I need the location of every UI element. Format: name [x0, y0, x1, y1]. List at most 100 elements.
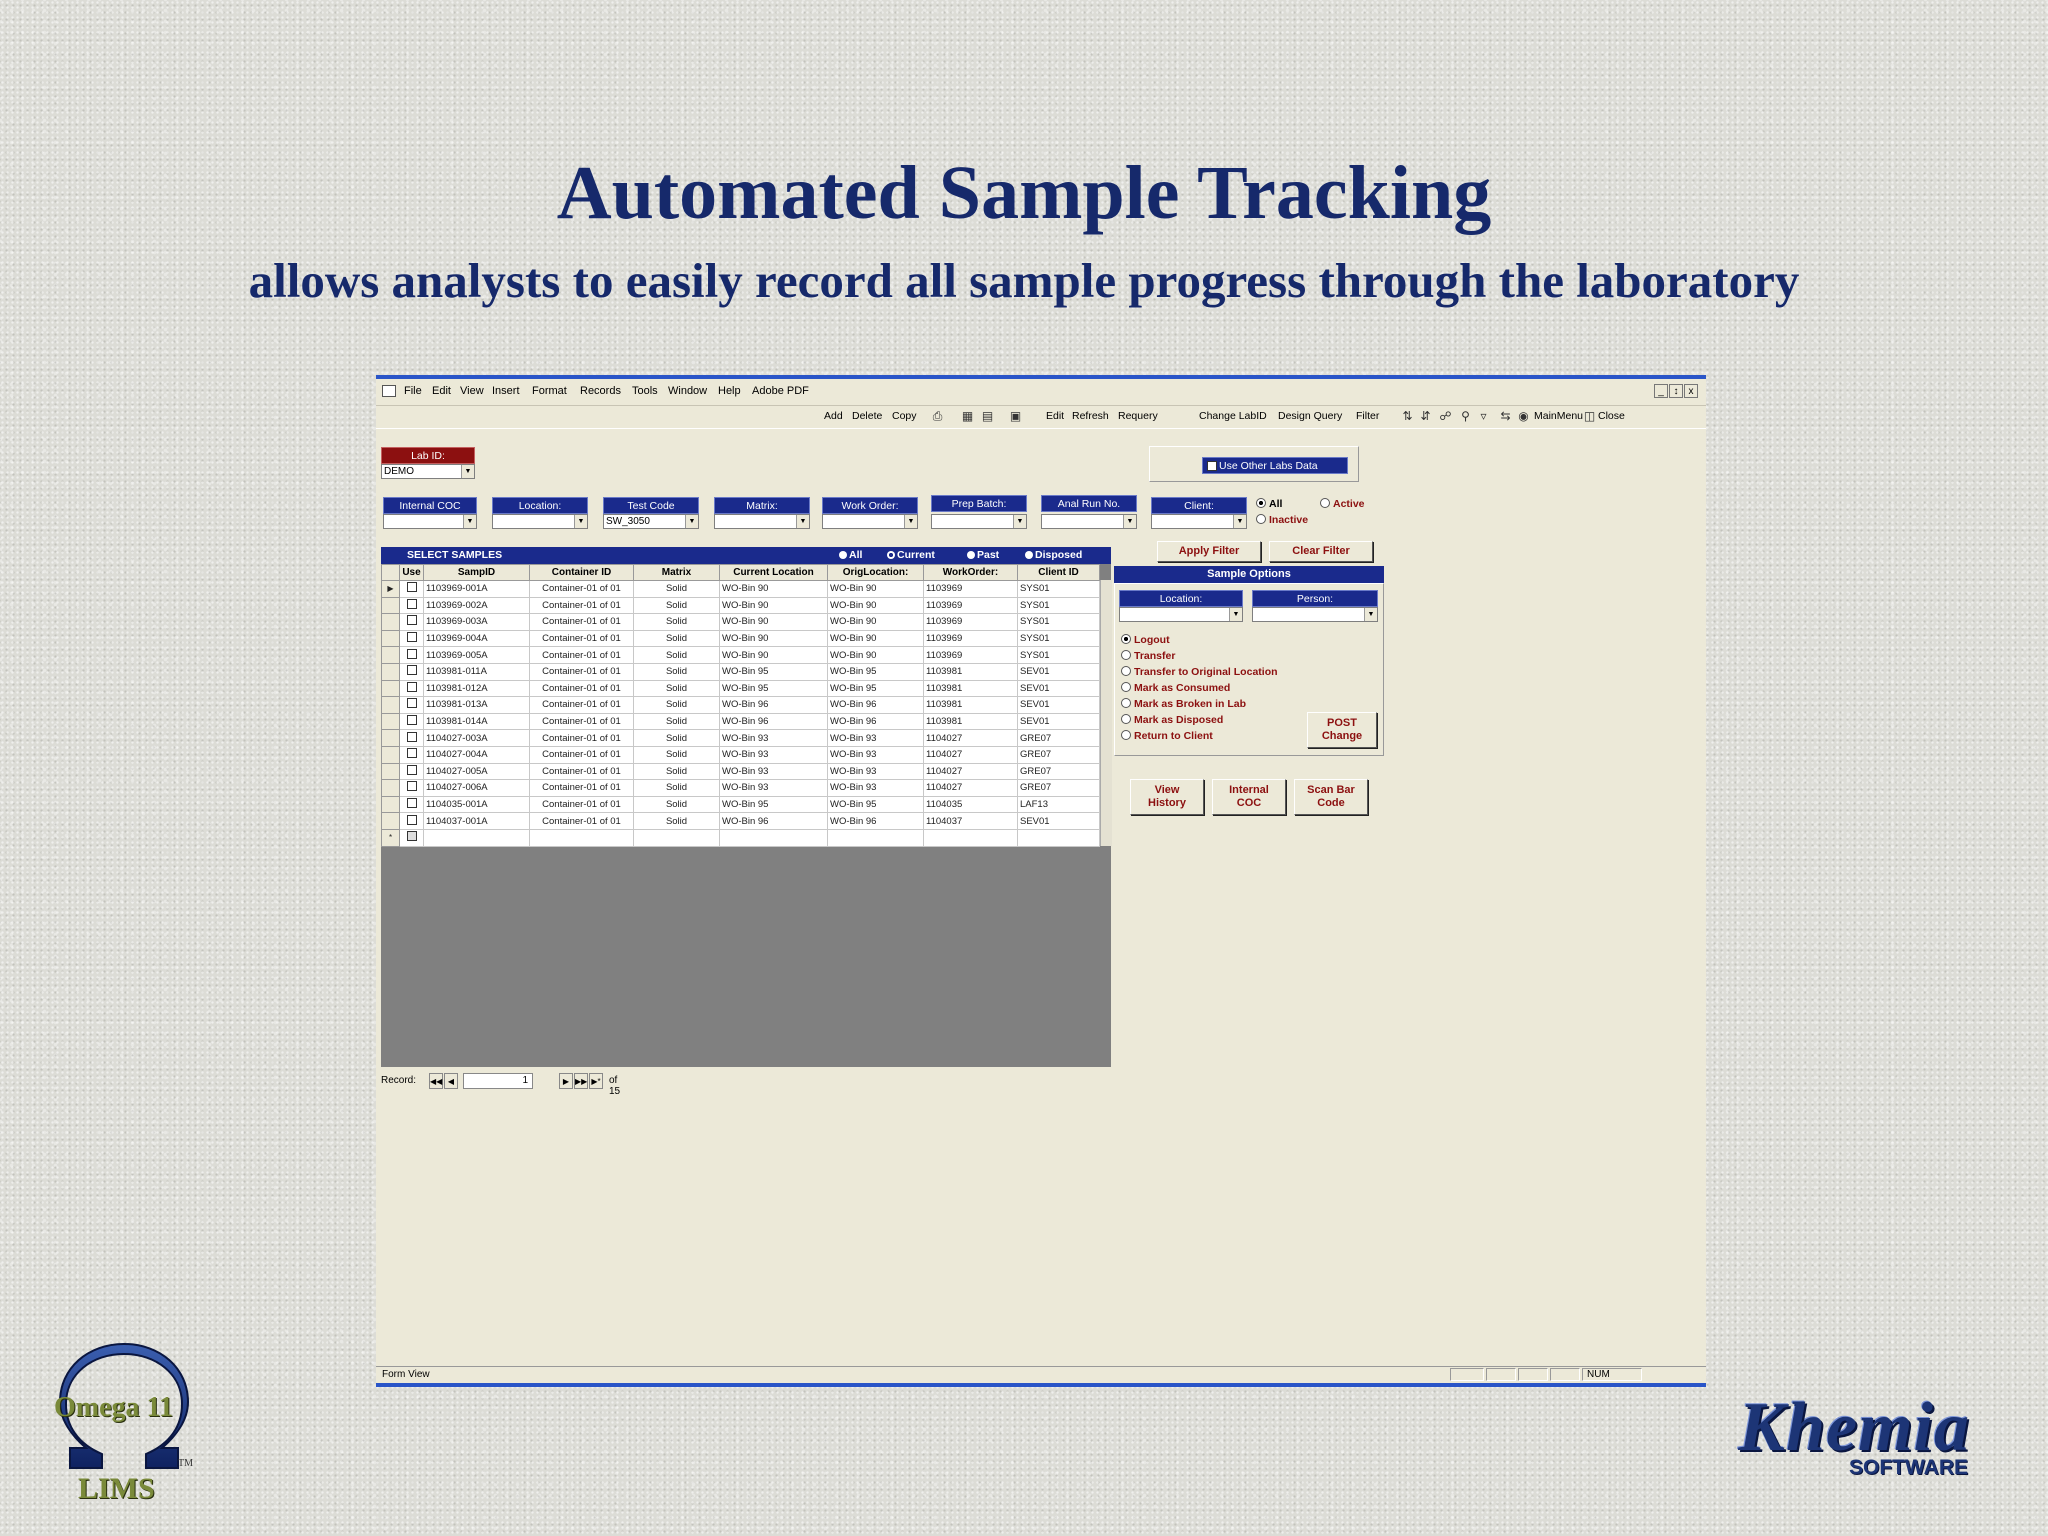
test-code-combo[interactable]: SW_3050 ▼	[603, 514, 699, 529]
chevron-down-icon[interactable]: ▼	[1229, 608, 1242, 621]
cell-container-id[interactable]: Container-01 of 01	[529, 580, 634, 598]
chevron-down-icon[interactable]: ▼	[463, 515, 476, 528]
cell-current-location[interactable]: WO-Bin 96	[719, 812, 828, 830]
cell-container-id[interactable]: Container-01 of 01	[529, 613, 634, 631]
row-selector[interactable]	[381, 662, 400, 681]
cell-matrix[interactable]: Solid	[633, 745, 720, 764]
cell-matrix[interactable]: Solid	[633, 812, 720, 830]
cell-client-id[interactable]: SYS01	[1017, 646, 1100, 664]
row-selector[interactable]	[381, 613, 400, 631]
arrows-icon[interactable]: ⇆	[1498, 409, 1513, 424]
column-header-container-id[interactable]: Container ID	[529, 564, 634, 581]
checkbox-icon[interactable]	[406, 831, 417, 842]
cell-container-id[interactable]: Container-01 of 01	[529, 679, 634, 698]
action-transfer-original-radio[interactable]: Transfer to Original Location	[1121, 666, 1278, 678]
chevron-down-icon[interactable]: ▼	[904, 515, 917, 528]
use-checkbox-cell[interactable]	[399, 629, 424, 648]
close-window-button[interactable]: x	[1684, 384, 1698, 398]
use-checkbox-cell[interactable]	[399, 812, 424, 830]
cell-sampid[interactable]: 1104027-004A	[423, 745, 530, 764]
chevron-down-icon[interactable]: ▼	[574, 515, 587, 528]
use-checkbox-cell[interactable]	[399, 646, 424, 664]
work-order-combo[interactable]: ▼	[822, 514, 918, 529]
row-selector[interactable]	[381, 712, 400, 731]
cell-matrix[interactable]: Solid	[633, 795, 720, 814]
matrix-combo[interactable]: ▼	[714, 514, 810, 529]
table-row[interactable]: 1103981-012A Container-01 of 01 Solid WO-Bi…	[381, 679, 1100, 698]
find-icon[interactable]: ⚲	[1458, 409, 1473, 424]
menu-help[interactable]: Help	[718, 385, 741, 397]
cell-current-location[interactable]: WO-Bin 90	[719, 613, 828, 631]
menu-file[interactable]: File	[404, 385, 422, 397]
table-row[interactable]: 1104027-003A Container-01 of 01 Solid WO-Bi…	[381, 729, 1100, 747]
print-icon[interactable]: ⎙	[930, 409, 945, 424]
use-checkbox-cell[interactable]	[399, 745, 424, 764]
empty-cell[interactable]	[1017, 828, 1100, 847]
cell-container-id[interactable]: Container-01 of 01	[529, 712, 634, 731]
cell-client-id[interactable]: SYS01	[1017, 580, 1100, 598]
grid-past-radio[interactable]: Past	[967, 549, 999, 561]
cell-current-location[interactable]: WO-Bin 93	[719, 779, 828, 797]
row-selector[interactable]	[381, 745, 400, 764]
table-row[interactable]: 1103969-004A Container-01 of 01 Solid WO-Bi…	[381, 629, 1100, 648]
cell-sampid[interactable]: 1103981-013A	[423, 696, 530, 714]
cell-workorder[interactable]: 1103981	[923, 712, 1018, 731]
cell-current-location[interactable]: WO-Bin 93	[719, 745, 828, 764]
row-selector[interactable]	[381, 629, 400, 648]
cell-workorder[interactable]: 1104027	[923, 779, 1018, 797]
current-record-indicator-icon[interactable]: ▶	[381, 580, 400, 598]
cell-client-id[interactable]: LAF13	[1017, 795, 1100, 814]
minimize-button[interactable]: _	[1654, 384, 1668, 398]
cell-orig-location[interactable]: WO-Bin 95	[827, 795, 924, 814]
cell-orig-location[interactable]: WO-Bin 90	[827, 580, 924, 598]
row-selector[interactable]	[381, 762, 400, 781]
use-checkbox-cell[interactable]	[399, 679, 424, 698]
cell-sampid[interactable]: 1104027-003A	[423, 729, 530, 747]
chevron-down-icon[interactable]: ▼	[1364, 608, 1377, 621]
change-labid-button[interactable]: Change LabID	[1199, 410, 1267, 422]
cell-orig-location[interactable]: WO-Bin 95	[827, 662, 924, 681]
chevron-down-icon[interactable]: ▼	[1013, 515, 1026, 528]
door-icon[interactable]: ◫	[1582, 409, 1597, 424]
table-row[interactable]: 1104027-004A Container-01 of 01 Solid WO-Bi…	[381, 745, 1100, 764]
cell-sampid[interactable]: 1104035-001A	[423, 795, 530, 814]
use-checkbox-cell[interactable]	[399, 580, 424, 598]
use-checkbox-cell[interactable]	[399, 779, 424, 797]
cell-workorder[interactable]: 1104027	[923, 729, 1018, 747]
empty-cell[interactable]	[827, 828, 924, 847]
chevron-down-icon[interactable]: ▼	[461, 465, 474, 478]
status-active-radio[interactable]: Active	[1320, 498, 1365, 510]
table-row[interactable]: 1103981-011A Container-01 of 01 Solid WO-Bi…	[381, 662, 1100, 681]
cell-current-location[interactable]: WO-Bin 95	[719, 662, 828, 681]
cell-current-location[interactable]: WO-Bin 90	[719, 629, 828, 648]
cell-container-id[interactable]: Container-01 of 01	[529, 596, 634, 615]
post-change-button[interactable]: POST Change	[1307, 712, 1377, 748]
checkbox-icon[interactable]	[406, 798, 417, 809]
chevron-down-icon[interactable]: ▼	[796, 515, 809, 528]
chevron-down-icon[interactable]: ▼	[1233, 515, 1246, 528]
main-menu-button[interactable]: MainMenu	[1534, 410, 1583, 422]
cell-client-id[interactable]: GRE07	[1017, 745, 1100, 764]
use-checkbox-cell[interactable]	[399, 696, 424, 714]
copy-button[interactable]: Copy	[892, 410, 917, 422]
use-other-labs-checkbox[interactable]: Use Other Labs Data	[1202, 457, 1348, 474]
cell-current-location[interactable]: WO-Bin 96	[719, 712, 828, 731]
row-selector[interactable]	[381, 795, 400, 814]
cell-current-location[interactable]: WO-Bin 95	[719, 795, 828, 814]
table-row[interactable]: 1104027-005A Container-01 of 01 Solid WO-Bi…	[381, 762, 1100, 781]
row-selector[interactable]	[381, 596, 400, 615]
cell-orig-location[interactable]: WO-Bin 93	[827, 779, 924, 797]
cell-sampid[interactable]: 1103969-003A	[423, 613, 530, 631]
cell-orig-location[interactable]: WO-Bin 96	[827, 696, 924, 714]
chevron-down-icon[interactable]: ▼	[685, 515, 698, 528]
cell-container-id[interactable]: Container-01 of 01	[529, 662, 634, 681]
cell-client-id[interactable]: GRE07	[1017, 762, 1100, 781]
cell-workorder[interactable]: 1103981	[923, 662, 1018, 681]
binoculars-icon[interactable]: ☍	[1438, 409, 1453, 424]
previous-record-icon[interactable]: ◀	[444, 1073, 458, 1089]
empty-cell[interactable]	[719, 828, 828, 847]
use-checkbox-cell[interactable]	[399, 613, 424, 631]
cell-client-id[interactable]: GRE07	[1017, 729, 1100, 747]
table-row[interactable]: 1103969-002A Container-01 of 01 Solid WO-Bi…	[381, 596, 1100, 615]
new-record-row[interactable]: *	[381, 828, 1100, 847]
